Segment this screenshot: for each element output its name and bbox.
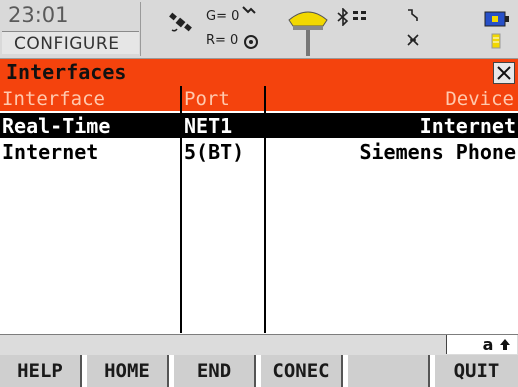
close-button[interactable] bbox=[493, 62, 515, 84]
input-mode-label: a bbox=[483, 335, 511, 354]
radio-icon bbox=[408, 9, 418, 21]
column-divider bbox=[180, 86, 182, 333]
interface-cell: Internet bbox=[2, 140, 99, 164]
gps-satellite-count: G= 0 bbox=[206, 9, 240, 24]
input-mode-indicator: a bbox=[446, 335, 517, 354]
interface-cell: Real-Time bbox=[2, 114, 111, 138]
port-cell: 5(BT) bbox=[184, 140, 245, 164]
device-cell: Internet bbox=[419, 114, 516, 138]
status-divider bbox=[140, 2, 141, 56]
port-cell: NET1 bbox=[184, 114, 233, 138]
column-divider bbox=[264, 86, 266, 333]
empty-function-key[interactable] bbox=[348, 355, 430, 387]
bluetooth-icon bbox=[337, 8, 349, 26]
signal-icon bbox=[242, 6, 256, 14]
input-mode-strip: a bbox=[0, 334, 518, 355]
device-cell: Siemens Phone bbox=[359, 140, 516, 164]
function-key-bar: HELP HOME END CONEC QUIT bbox=[0, 355, 518, 387]
context-label: CONFIGURE bbox=[14, 34, 120, 54]
column-header-device[interactable]: Device bbox=[445, 88, 514, 110]
table-row[interactable]: Real-Time NET1 Internet bbox=[0, 113, 518, 138]
end-button[interactable]: END bbox=[174, 355, 256, 387]
close-icon bbox=[497, 66, 511, 80]
home-button[interactable]: HOME bbox=[87, 355, 169, 387]
help-button[interactable]: HELP bbox=[0, 355, 82, 387]
position-mode-icon bbox=[244, 35, 258, 49]
satellite-icon bbox=[169, 12, 192, 32]
tool-icon bbox=[407, 34, 419, 46]
memory-card-icon bbox=[491, 33, 501, 49]
status-bar: 23:01 CONFIGURE G= 0 R= 0 bbox=[0, 0, 518, 59]
clock: 23:01 bbox=[8, 3, 69, 27]
table-header: Interface Port Device bbox=[0, 86, 518, 111]
table-row[interactable]: Internet 5(BT) Siemens Phone bbox=[0, 139, 518, 164]
antenna-icon bbox=[288, 11, 328, 56]
column-header-interface[interactable]: Interface bbox=[2, 88, 105, 110]
data-link-icon bbox=[353, 11, 366, 20]
page-title: Interfaces bbox=[6, 60, 127, 84]
glonass-satellite-count: R= 0 bbox=[206, 33, 239, 48]
quit-button[interactable]: QUIT bbox=[435, 355, 518, 387]
title-bar: Interfaces bbox=[0, 59, 518, 86]
interfaces-table: Interface Port Device Real-Time NET1 Int… bbox=[0, 86, 518, 333]
battery-icon bbox=[484, 11, 509, 27]
conec-button[interactable]: CONEC bbox=[261, 355, 343, 387]
shift-arrow-icon bbox=[500, 339, 510, 350]
column-header-port[interactable]: Port bbox=[184, 88, 230, 110]
